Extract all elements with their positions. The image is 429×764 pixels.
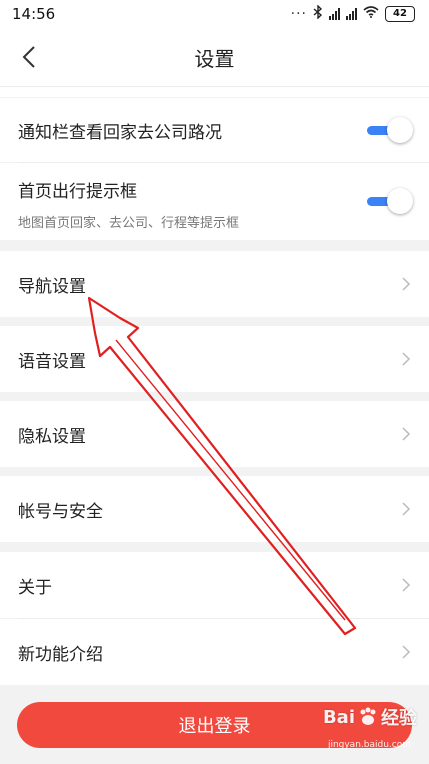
- setting-label: 导航设置: [18, 276, 86, 297]
- setting-new-features[interactable]: 新功能介绍: [0, 619, 429, 685]
- setting-text-group: 首页出行提示框 地图首页回家、去公司、行程等提示框: [18, 177, 239, 231]
- setting-notify-route: 通知栏查看回家去公司路况: [0, 98, 429, 162]
- setting-label: 隐私设置: [18, 426, 86, 447]
- setting-home-prompt: 首页出行提示框 地图首页回家、去公司、行程等提示框: [0, 163, 429, 240]
- setting-navigation[interactable]: 导航设置: [0, 251, 429, 317]
- watermark-suffix: 经验: [381, 708, 417, 729]
- setting-description: 地图首页回家、去公司、行程等提示框: [18, 216, 240, 231]
- status-bar: 14:56 ··· 42: [0, 0, 429, 28]
- page-header: 设置: [0, 28, 429, 87]
- toggle-knob: [387, 188, 413, 214]
- list-item-previous: [0, 87, 429, 97]
- settings-screen: 14:56 ··· 42 设置 通知栏查看回家去公司路况 首页出行提示框 地图首…: [0, 0, 429, 764]
- back-arrow-icon[interactable]: [16, 44, 42, 70]
- setting-label: 帐号与安全: [18, 501, 103, 522]
- bluetooth-icon: [313, 4, 323, 23]
- status-time: 14:56: [12, 5, 56, 23]
- setting-label: 语音设置: [18, 351, 86, 372]
- setting-label: 通知栏查看回家去公司路况: [18, 122, 222, 143]
- chevron-right-icon: [402, 352, 411, 366]
- wifi-icon: [363, 6, 379, 22]
- chevron-right-icon: [402, 578, 411, 592]
- status-icons: ··· 42: [290, 4, 415, 23]
- chevron-right-icon: [402, 502, 411, 516]
- signal-icon: [329, 8, 340, 20]
- battery-icon: 42: [385, 6, 415, 22]
- setting-account[interactable]: 帐号与安全: [0, 476, 429, 542]
- page-title: 设置: [194, 46, 235, 71]
- setting-privacy[interactable]: 隐私设置: [0, 401, 429, 467]
- setting-label: 首页出行提示框: [18, 182, 137, 202]
- notification-dots: ···: [290, 6, 307, 22]
- baidu-watermark: Bai 经验: [323, 704, 417, 730]
- setting-label: 新功能介绍: [18, 644, 103, 665]
- watermark-url: jingyan.baidu.com: [327, 740, 411, 750]
- setting-label: 关于: [18, 577, 52, 598]
- paw-icon: [360, 707, 376, 725]
- chevron-right-icon: [402, 427, 411, 441]
- chevron-right-icon: [402, 277, 411, 291]
- signal-icon-2: [346, 8, 357, 20]
- setting-about[interactable]: 关于: [0, 552, 429, 618]
- chevron-right-icon: [402, 645, 411, 659]
- setting-voice[interactable]: 语音设置: [0, 326, 429, 392]
- home-prompt-toggle[interactable]: [365, 188, 413, 214]
- watermark-brand: Bai: [322, 706, 355, 728]
- notify-route-toggle[interactable]: [365, 117, 413, 143]
- toggle-knob: [387, 117, 413, 143]
